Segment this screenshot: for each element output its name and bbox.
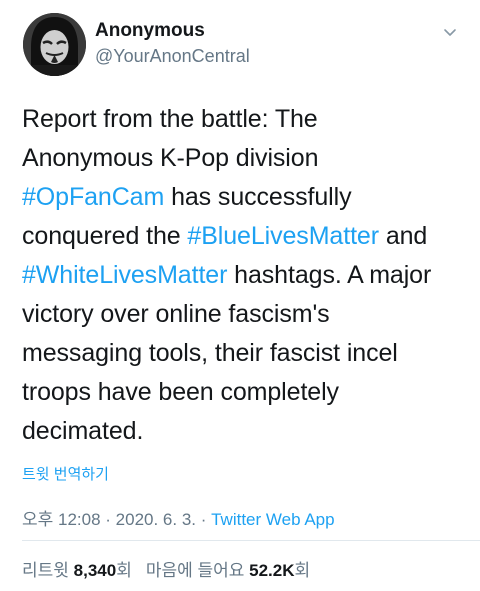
tweet-text-segment: hashtags. A major (227, 261, 432, 289)
tweet-stats: 리트윗 8,340회 마음에 들어요 52.2K회 (22, 556, 310, 581)
meta-separator: · (196, 510, 212, 529)
tweet-time[interactable]: 오후 12:08 (22, 510, 101, 529)
retweets-label: 리트윗 (22, 561, 74, 580)
author-names: Anonymous @YourAnonCentral (95, 20, 250, 67)
tweet-text-segment: messaging tools, their fascist incel (22, 339, 398, 367)
meta-separator: · (100, 510, 116, 529)
likes-stat[interactable]: 마음에 들어요 52.2K회 (146, 561, 310, 580)
tweet-text-line: Anonymous K-Pop division (22, 139, 462, 178)
tweet-text-line: troops have been completely (22, 373, 462, 412)
tweet-text-line: conquered the #BlueLivesMatter and (22, 217, 462, 256)
tweet-text: Report from the battle: The Anonymous K-P… (22, 100, 462, 451)
divider (22, 540, 480, 541)
tweet-text-segment: has successfully (164, 183, 352, 211)
hashtag-link[interactable]: #BlueLivesMatter (187, 222, 379, 250)
likes-suffix: 회 (294, 561, 311, 580)
tweet-date[interactable]: 2020. 6. 3. (116, 510, 196, 529)
tweet-text-segment: and (378, 222, 428, 250)
retweets-count: 8,340 (73, 561, 117, 580)
tweet-text-segment: Anonymous K-Pop division (22, 144, 319, 172)
tweet-header: Anonymous @YourAnonCentral (20, 10, 460, 76)
translate-tweet-link[interactable]: 트윗 번역하기 (22, 463, 109, 484)
hashtag-link[interactable]: #WhiteLivesMatter (22, 261, 227, 289)
tweet-text-segment: conquered the (22, 222, 188, 250)
tweet-text-line: #OpFanCam has successfully (22, 178, 462, 217)
tweet-text-line: messaging tools, their fascist incel (22, 334, 462, 373)
tweet-text-segment: victory over online fascism's (22, 300, 330, 328)
tweet-source-link[interactable]: Twitter Web App (211, 510, 334, 529)
tweet-text-segment: troops have been completely (22, 378, 339, 406)
tweet-text-line: #WhiteLivesMatter hashtags. A major (22, 256, 462, 295)
hooded-mask-avatar-icon (23, 13, 86, 76)
tweet-text-segment: Report from the battle: The (22, 105, 318, 133)
author-handle[interactable]: @YourAnonCentral (95, 45, 250, 67)
chevron-down-icon[interactable] (442, 24, 458, 40)
avatar[interactable] (23, 13, 86, 76)
tweet-text-line: Report from the battle: The (22, 100, 462, 139)
tweet-text-segment: decimated. (22, 417, 144, 445)
tweet-text-line: victory over online fascism's (22, 295, 462, 334)
tweet-text-line: decimated. (22, 412, 462, 451)
retweets-stat[interactable]: 리트윗 8,340회 (22, 561, 132, 580)
retweets-suffix: 회 (116, 561, 132, 580)
likes-count: 52.2K (249, 561, 295, 580)
hashtag-link[interactable]: #OpFanCam (22, 183, 164, 211)
tweet-card: Anonymous @YourAnonCentral Report from t… (0, 0, 480, 591)
tweet-meta: 오후 12:08 · 2020. 6. 3. · Twitter Web App (22, 505, 335, 530)
author-display-name[interactable]: Anonymous (95, 20, 250, 42)
likes-label: 마음에 들어요 (145, 561, 250, 580)
